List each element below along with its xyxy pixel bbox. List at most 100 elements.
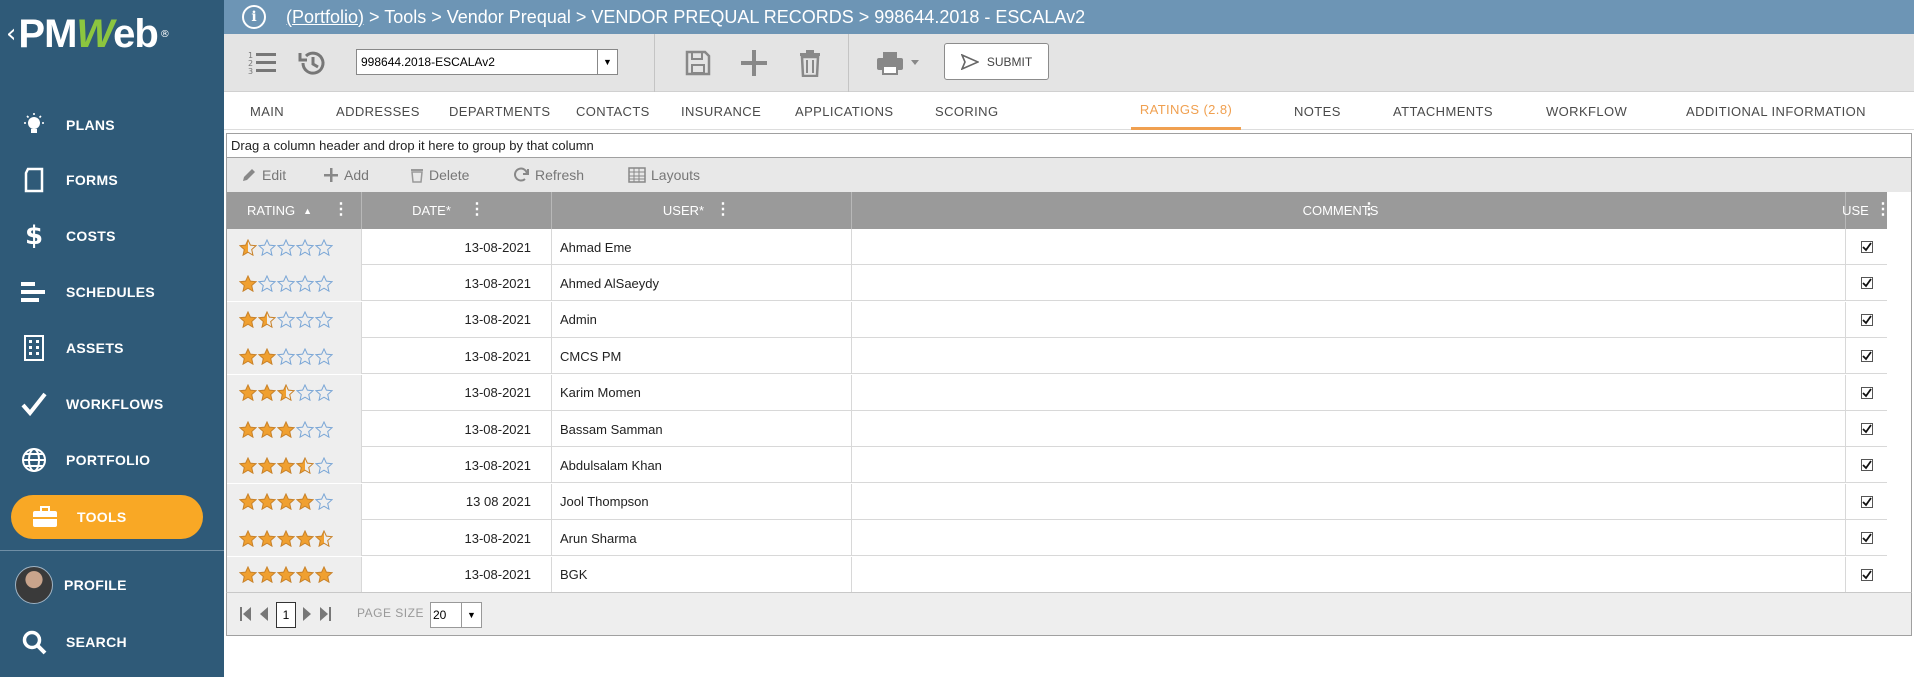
star-full-icon[interactable]: [296, 529, 314, 547]
use-checkbox[interactable]: [1860, 495, 1873, 508]
record-select[interactable]: 998644.2018-ESCALAv2 ▼: [356, 49, 618, 75]
rating-cell[interactable]: [227, 483, 362, 520]
user-cell[interactable]: Jool Thompson: [552, 483, 852, 520]
star-empty-icon[interactable]: [296, 238, 314, 256]
star-full-icon[interactable]: [239, 347, 257, 365]
comments-cell[interactable]: [852, 301, 1846, 338]
column-header-comments[interactable]: COMMENTS ⋮: [852, 192, 1846, 229]
use-checkbox[interactable]: [1860, 277, 1873, 290]
star-half-icon[interactable]: [239, 238, 257, 256]
column-header-date[interactable]: DATE* ⋮: [362, 192, 552, 229]
column-menu-icon[interactable]: ⋮: [333, 202, 349, 218]
star-full-icon[interactable]: [239, 529, 257, 547]
add-icon[interactable]: [738, 47, 770, 79]
use-checkbox[interactable]: [1860, 532, 1873, 545]
next-page-icon[interactable]: [302, 607, 312, 621]
star-empty-icon[interactable]: [315, 311, 333, 329]
use-cell[interactable]: [1846, 447, 1887, 483]
chevron-down-icon[interactable]: ▼: [461, 603, 481, 627]
star-empty-icon[interactable]: [277, 238, 295, 256]
star-full-icon[interactable]: [258, 420, 276, 438]
star-full-icon[interactable]: [315, 566, 333, 584]
star-full-icon[interactable]: [258, 384, 276, 402]
star-full-icon[interactable]: [296, 566, 314, 584]
table-row[interactable]: 13-08-2021 Bassam Samman: [227, 411, 1887, 447]
star-empty-icon[interactable]: [315, 347, 333, 365]
table-row[interactable]: 13 08 2021 Jool Thompson: [227, 483, 1887, 520]
date-cell[interactable]: 13-08-2021: [362, 520, 552, 557]
comments-cell[interactable]: [852, 447, 1846, 484]
rating-cell[interactable]: [227, 520, 362, 557]
comments-cell[interactable]: [852, 520, 1846, 557]
use-cell[interactable]: [1846, 302, 1887, 338]
back-chevron-icon[interactable]: ‹: [6, 19, 16, 49]
column-menu-icon[interactable]: ⋮: [469, 202, 485, 218]
comments-cell[interactable]: [852, 411, 1846, 447]
star-full-icon[interactable]: [277, 566, 295, 584]
user-cell[interactable]: Arun Sharma: [552, 520, 852, 557]
table-row[interactable]: 13-08-2021 Arun Sharma: [227, 520, 1887, 557]
numbered-list-icon[interactable]: 123: [246, 47, 278, 79]
column-header-use[interactable]: USE ⋮: [1842, 192, 1891, 229]
table-row[interactable]: 13-08-2021 Ahmad Eme: [227, 229, 1887, 265]
last-page-icon[interactable]: [319, 607, 331, 621]
rating-cell[interactable]: [227, 411, 362, 447]
user-cell[interactable]: Karim Momen: [552, 374, 852, 411]
table-row[interactable]: 13-08-2021 CMCS PM: [227, 338, 1887, 375]
trash-icon[interactable]: [794, 47, 826, 79]
date-cell[interactable]: 13-08-2021: [362, 447, 552, 484]
comments-cell[interactable]: [852, 556, 1846, 593]
star-empty-icon[interactable]: [315, 274, 333, 292]
star-empty-icon[interactable]: [258, 274, 276, 292]
date-cell[interactable]: 13-08-2021: [362, 374, 552, 411]
use-checkbox[interactable]: [1860, 350, 1873, 363]
chevron-down-icon[interactable]: ▼: [597, 50, 617, 74]
current-page[interactable]: 1: [276, 602, 296, 628]
table-row[interactable]: 13-08-2021 Karim Momen: [227, 374, 1887, 411]
star-full-icon[interactable]: [277, 456, 295, 474]
tab-additional-information[interactable]: ADDITIONAL INFORMATION: [1686, 92, 1866, 130]
tab-attachments[interactable]: ATTACHMENTS: [1393, 92, 1493, 130]
star-empty-icon[interactable]: [258, 238, 276, 256]
rating-cell[interactable]: [227, 229, 362, 265]
star-full-icon[interactable]: [239, 493, 257, 511]
tab-contacts[interactable]: CONTACTS: [576, 92, 650, 130]
tab-applications[interactable]: APPLICATIONS: [795, 92, 893, 130]
user-cell[interactable]: CMCS PM: [552, 338, 852, 375]
star-empty-icon[interactable]: [315, 456, 333, 474]
date-cell[interactable]: 13-08-2021: [362, 338, 552, 375]
user-cell[interactable]: BGK: [552, 556, 852, 593]
sidebar-item-search[interactable]: SEARCH: [0, 620, 224, 664]
rating-cell[interactable]: [227, 265, 362, 302]
star-full-icon[interactable]: [277, 420, 295, 438]
tab-main[interactable]: MAIN: [250, 92, 284, 130]
add-button[interactable]: Add: [323, 158, 369, 192]
use-cell[interactable]: [1846, 229, 1887, 265]
layouts-button[interactable]: Layouts: [628, 158, 700, 192]
sidebar-item-portfolio[interactable]: PORTFOLIO: [0, 438, 224, 482]
sidebar-item-schedules[interactable]: SCHEDULES: [0, 270, 224, 314]
history-icon[interactable]: [296, 47, 328, 79]
edit-button[interactable]: Edit: [241, 158, 286, 192]
tab-notes[interactable]: NOTES: [1294, 92, 1341, 130]
sidebar-item-costs[interactable]: $ COSTS: [0, 214, 224, 258]
star-empty-icon[interactable]: [296, 384, 314, 402]
use-cell[interactable]: [1846, 265, 1887, 301]
date-cell[interactable]: 13-08-2021: [362, 229, 552, 265]
comments-cell[interactable]: [852, 483, 1846, 520]
star-full-icon[interactable]: [239, 566, 257, 584]
star-half-icon[interactable]: [258, 311, 276, 329]
star-full-icon[interactable]: [277, 493, 295, 511]
tab-workflow[interactable]: WORKFLOW: [1546, 92, 1627, 130]
comments-cell[interactable]: [852, 229, 1846, 265]
sidebar-item-workflows[interactable]: WORKFLOWS: [0, 382, 224, 426]
star-full-icon[interactable]: [239, 384, 257, 402]
star-empty-icon[interactable]: [296, 347, 314, 365]
star-full-icon[interactable]: [239, 420, 257, 438]
user-cell[interactable]: Admin: [552, 301, 852, 338]
star-empty-icon[interactable]: [277, 347, 295, 365]
user-cell[interactable]: Ahmed AlSaeydy: [552, 265, 852, 302]
column-header-user[interactable]: USER* ⋮: [552, 192, 852, 229]
comments-cell[interactable]: [852, 374, 1846, 411]
table-row[interactable]: 13-08-2021 Admin: [227, 301, 1887, 338]
